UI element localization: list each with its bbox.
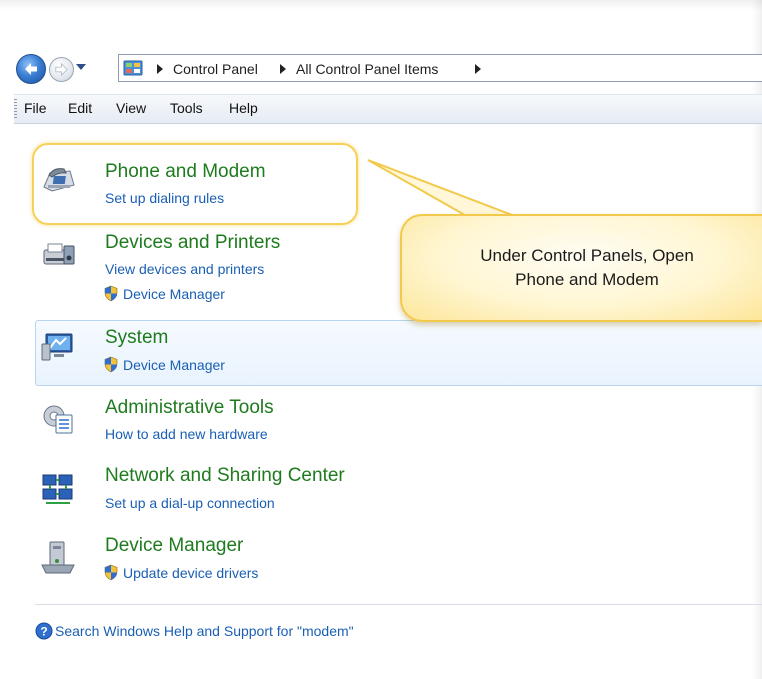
device-manager-icon: [41, 541, 75, 574]
item-device-manager[interactable]: Device Manager Update device drivers: [14, 533, 762, 593]
address-row: Control Panel All Control Panel Items: [14, 50, 762, 90]
callout-text: Under Control Panels, Open Phone and Mod…: [412, 244, 762, 292]
device-manager-link[interactable]: Device Manager: [103, 285, 225, 302]
callout-highlight-ring: [32, 143, 358, 225]
uac-shield-icon: [104, 285, 118, 302]
system-monitor-icon: [41, 333, 73, 361]
menu-file[interactable]: File: [24, 100, 47, 116]
breadcrumb-control-panel[interactable]: Control Panel: [173, 61, 258, 77]
breadcrumb-separator[interactable]: [280, 64, 286, 74]
menu-grip: [14, 99, 17, 119]
breadcrumb-all-items[interactable]: All Control Panel Items: [296, 61, 438, 77]
help-search-label[interactable]: Search Windows Help and Support for "mod…: [55, 623, 354, 639]
divider: [35, 604, 762, 605]
admin-tools-icon: [43, 405, 73, 434]
item-network-and-sharing-center[interactable]: Network and Sharing Center Set up a dial…: [14, 464, 762, 524]
item-title[interactable]: Device Manager: [105, 535, 243, 557]
control-panel-icon: [123, 60, 143, 76]
back-button[interactable]: [16, 54, 46, 84]
item-title[interactable]: Network and Sharing Center: [105, 465, 345, 487]
network-icon: [42, 474, 73, 504]
shield-link-label[interactable]: Update device drivers: [123, 565, 258, 581]
back-arrow-icon: [25, 63, 37, 75]
item-title[interactable]: Administrative Tools: [105, 397, 274, 419]
how-to-add-new-hardware-link[interactable]: How to add new hardware: [105, 426, 268, 442]
breadcrumb-separator[interactable]: [157, 64, 163, 74]
forward-button[interactable]: [49, 57, 74, 82]
address-bar[interactable]: Control Panel All Control Panel Items: [118, 54, 762, 82]
view-devices-and-printers-link[interactable]: View devices and printers: [105, 261, 264, 277]
help-icon: ?: [35, 622, 53, 640]
forward-arrow-icon: [55, 62, 68, 77]
history-dropdown-button[interactable]: [76, 64, 86, 70]
shield-link-label[interactable]: Device Manager: [123, 357, 225, 373]
item-system[interactable]: System Device Manager: [14, 322, 762, 384]
device-manager-link[interactable]: Device Manager: [103, 356, 225, 373]
breadcrumb-separator[interactable]: [475, 64, 481, 74]
set-up-dial-up-connection-link[interactable]: Set up a dial-up connection: [105, 495, 275, 511]
uac-shield-icon: [104, 564, 118, 581]
callout-line-2: Phone and Modem: [515, 270, 659, 289]
shield-link-label[interactable]: Device Manager: [123, 286, 225, 302]
svg-text:?: ?: [40, 625, 47, 639]
menu-view[interactable]: View: [116, 100, 146, 116]
menu-edit[interactable]: Edit: [68, 100, 92, 116]
window-shadow-top: [0, 0, 762, 10]
instruction-callout: Under Control Panels, Open Phone and Mod…: [400, 214, 762, 322]
uac-shield-icon: [104, 356, 118, 373]
item-title[interactable]: Devices and Printers: [105, 232, 280, 254]
menu-tools[interactable]: Tools: [170, 100, 203, 116]
help-search-link[interactable]: ? Search Windows Help and Support for "m…: [35, 622, 354, 640]
printer-icon: [43, 243, 75, 265]
window: Control Panel All Control Panel Items Fi…: [0, 0, 762, 679]
item-administrative-tools[interactable]: Administrative Tools How to add new hard…: [14, 395, 762, 455]
callout-line-1: Under Control Panels, Open: [480, 246, 694, 265]
menu-bar: File Edit View Tools Help: [14, 94, 762, 124]
item-title[interactable]: System: [105, 327, 168, 349]
menu-help[interactable]: Help: [229, 100, 258, 116]
update-device-drivers-link[interactable]: Update device drivers: [103, 564, 258, 581]
